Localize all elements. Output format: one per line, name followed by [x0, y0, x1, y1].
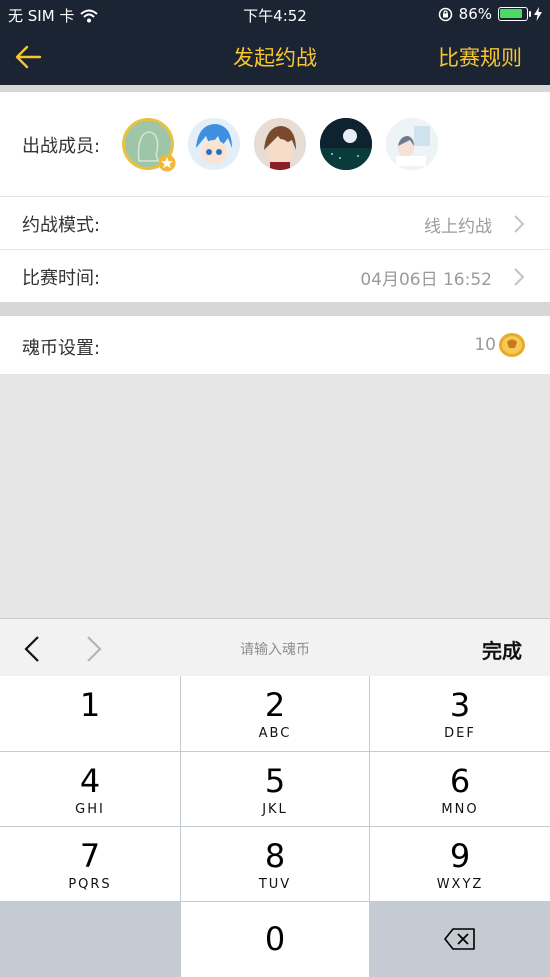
section-gap — [0, 302, 550, 316]
mode-value: 线上约战 — [424, 217, 492, 237]
content-empty-area — [0, 374, 550, 618]
charging-icon — [534, 7, 542, 21]
anime-boy-blue-image — [188, 118, 240, 170]
keyboard-placeholder: 请输入魂币 — [240, 642, 310, 658]
key-letters: JKL — [262, 802, 288, 817]
mode-label: 约战模式: — [22, 215, 101, 236]
members-label: 出战成员: — [22, 136, 101, 157]
match-time-row[interactable]: 比赛时间: 04月06日 16:52 — [0, 250, 550, 302]
battery-fill — [500, 9, 522, 18]
key-letters: MNO — [441, 802, 479, 817]
backspace-icon — [444, 928, 475, 950]
coins-label: 魂币设置: — [22, 338, 101, 359]
delete-key[interactable] — [370, 902, 550, 977]
key-3[interactable]: 3 DEF — [370, 676, 550, 751]
done-button[interactable]: 完成 — [482, 635, 522, 664]
status-bar: 无 SIM 卡 下午4:52 86% — [0, 0, 550, 28]
key-digit: 8 — [264, 837, 286, 875]
key-digit: 3 — [449, 686, 471, 724]
key-letters: TUV — [258, 877, 292, 892]
key-6[interactable]: 6 MNO — [370, 752, 550, 826]
status-right: 86% — [438, 5, 542, 23]
key-letters: DEF — [444, 726, 476, 741]
coins-row[interactable]: 魂币设置: 10 — [0, 316, 550, 374]
key-letters: WXYZ — [436, 877, 484, 892]
key-digit: 9 — [449, 837, 471, 875]
anime-room-image — [386, 118, 438, 170]
numeric-keypad: 1 2 ABC 3 DEF 4 GHI 5 JKL 6 MNO 7 PQRS 8 — [0, 676, 550, 977]
nav-bar: 发起约战 比赛规则 — [0, 28, 550, 85]
avatar-night-moon[interactable] — [320, 118, 372, 170]
night-moon-image — [320, 118, 372, 170]
key-8[interactable]: 8 TUV — [181, 827, 369, 901]
key-2[interactable]: 2 ABC — [181, 676, 369, 751]
key-digit: 7 — [79, 837, 101, 875]
section-gap — [0, 85, 550, 92]
battery-percent: 86% — [458, 5, 492, 23]
key-0[interactable]: 0 — [181, 902, 369, 977]
avatar-white-room[interactable] — [386, 118, 438, 170]
key-letters: ABC — [258, 726, 292, 741]
avatar-blue-hair[interactable] — [188, 118, 240, 170]
battery-icon — [498, 7, 531, 21]
key-4[interactable]: 4 GHI — [0, 752, 180, 826]
key-letters: PQRS — [68, 877, 112, 892]
keyboard-toolbar: 请输入魂币 完成 — [0, 618, 550, 676]
match-time-value: 04月06日 16:52 — [360, 270, 492, 290]
key-5[interactable]: 5 JKL — [181, 752, 369, 826]
key-9[interactable]: 9 WXYZ — [370, 827, 550, 901]
top-bar: 无 SIM 卡 下午4:52 86% 发起约战 比赛规则 — [0, 0, 550, 85]
key-letters: GHI — [75, 802, 105, 817]
app-screen: 无 SIM 卡 下午4:52 86% 发起约战 比赛规则 出战成员: 约战模式:… — [0, 0, 550, 977]
key-digit: 6 — [449, 762, 471, 800]
key-digit: 4 — [79, 762, 101, 800]
key-7[interactable]: 7 PQRS — [0, 827, 180, 901]
match-time-label: 比赛时间: — [22, 268, 101, 289]
key-empty — [0, 902, 180, 977]
star-badge-icon — [158, 154, 176, 172]
coins-input[interactable]: 10 — [474, 335, 496, 355]
orientation-lock-icon — [438, 7, 452, 21]
key-digit: 5 — [264, 762, 286, 800]
mode-row[interactable]: 约战模式: 线上约战 — [0, 197, 550, 249]
avatar-brown-hair[interactable] — [254, 118, 306, 170]
chevron-right-icon — [514, 268, 525, 286]
chevron-right-icon — [514, 215, 525, 233]
key-1[interactable]: 1 — [0, 676, 180, 751]
key-digit: 1 — [79, 686, 101, 724]
coin-icon — [499, 333, 525, 357]
key-digit: 0 — [264, 920, 286, 958]
anime-boy-brown-image — [254, 118, 306, 170]
rules-button[interactable]: 比赛规则 — [438, 42, 522, 72]
key-digit: 2 — [264, 686, 286, 724]
